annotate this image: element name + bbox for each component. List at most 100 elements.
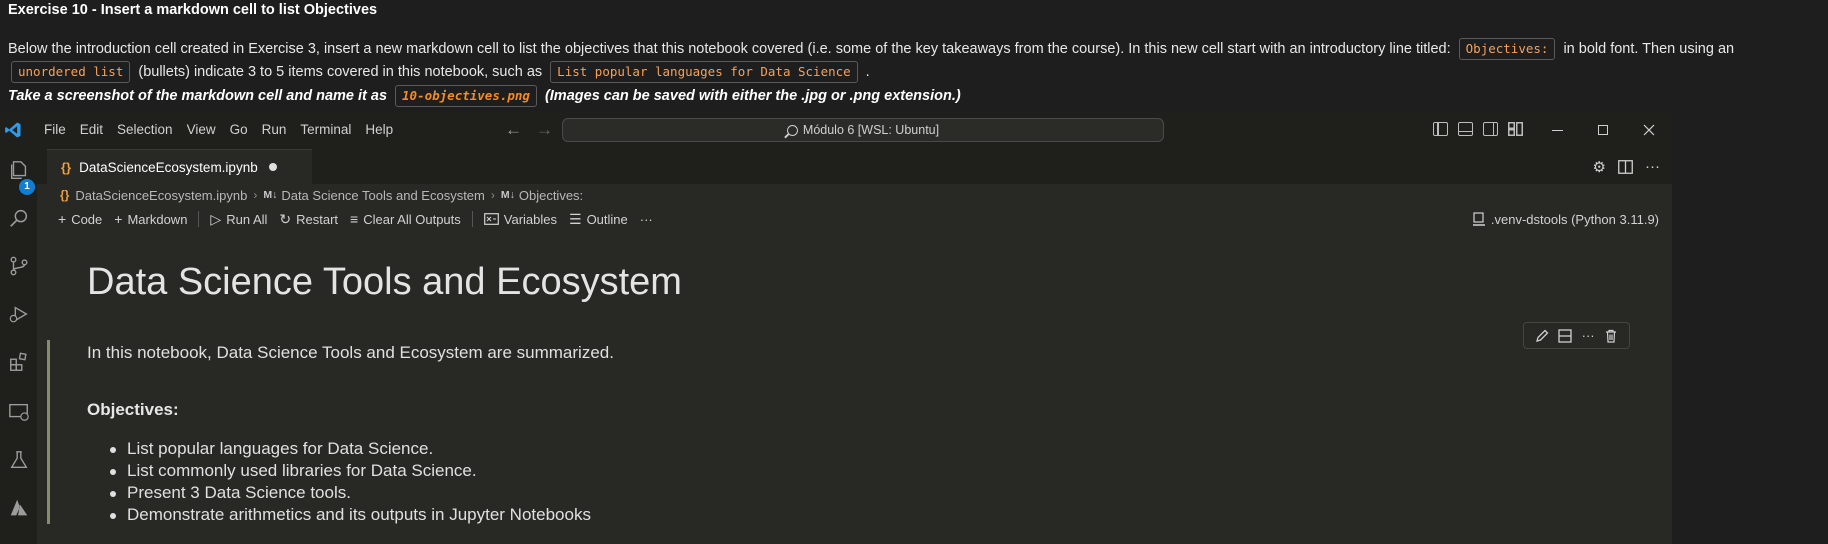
close-button[interactable]	[1626, 111, 1672, 149]
back-arrow-icon[interactable]: ←	[505, 120, 522, 140]
layout-controls	[1433, 122, 1523, 136]
menu-view[interactable]: View	[180, 118, 223, 142]
customize-layout-icon[interactable]	[1508, 122, 1523, 136]
maximize-icon	[1598, 125, 1608, 135]
plus-icon: +	[58, 211, 67, 227]
list-item: List popular languages for Data Science.	[107, 438, 591, 460]
restart-button[interactable]: ↻ Restart	[273, 211, 344, 228]
clear-all-icon: ≡	[350, 211, 359, 227]
notebook-intro: In this notebook, Data Science Tools and…	[87, 343, 614, 362]
split-editor-icon[interactable]	[1618, 159, 1633, 174]
clear-outputs-label: Clear All Outputs	[363, 211, 461, 227]
toggle-primary-sidebar-icon[interactable]	[1433, 122, 1448, 136]
menu-file[interactable]: File	[37, 118, 73, 142]
menu-edit[interactable]: Edit	[73, 118, 110, 142]
notebook-file-icon: {}	[61, 159, 72, 175]
breadcrumb-subsection[interactable]: Objectives:	[519, 188, 583, 203]
forward-arrow-icon[interactable]: →	[536, 120, 553, 140]
add-markdown-cell-button[interactable]: + Markdown	[108, 211, 193, 227]
kernel-picker[interactable]: .venv-dstools (Python 3.11.9)	[1472, 206, 1659, 232]
menu-selection[interactable]: Selection	[110, 118, 180, 142]
unsaved-dot-icon[interactable]	[268, 163, 277, 171]
markdown-icon: M↓	[500, 189, 515, 201]
restart-label: Restart	[296, 211, 339, 227]
search-icon	[786, 124, 798, 136]
title-bar: File Edit Selection View Go Run Terminal…	[0, 111, 1672, 149]
menu-terminal[interactable]: Terminal	[293, 118, 358, 142]
list-item: List commonly used libraries for Data Sc…	[107, 460, 591, 482]
instruction-text: Take a screenshot of the markdown cell a…	[8, 88, 388, 104]
menu-run[interactable]: Run	[255, 118, 294, 142]
nav-arrows: ← →	[505, 120, 553, 140]
close-icon	[1643, 124, 1655, 136]
search-icon[interactable]	[8, 207, 30, 229]
more-icon: ···	[639, 211, 653, 227]
tab-label: DataScienceEcosystem.ipynb	[79, 159, 258, 175]
instruction-text: in bold font. Then using an	[1563, 41, 1735, 57]
instructions-panel: Exercise 10 - Insert a markdown cell to …	[0, 0, 1828, 110]
minimize-icon	[1551, 129, 1563, 131]
more-actions-icon[interactable]: ···	[1645, 158, 1660, 175]
notebook-file-icon: {}	[60, 188, 70, 202]
code-chip-objectives: Objectives:	[1458, 38, 1556, 60]
explorer-badge: 1	[19, 179, 35, 195]
activity-bar: 1	[0, 149, 37, 544]
clear-all-outputs-button[interactable]: ≡ Clear All Outputs	[344, 211, 467, 227]
extensions-icon[interactable]	[8, 351, 30, 373]
code-chip-unordered-list: unordered list	[11, 61, 131, 83]
remote-explorer-icon[interactable]	[8, 401, 30, 423]
command-center-search[interactable]: Módulo 6 [WSL: Ubuntu]	[562, 118, 1164, 142]
toggle-panel-icon[interactable]	[1458, 122, 1473, 136]
explorer-icon[interactable]	[8, 159, 30, 181]
restart-icon: ↻	[279, 210, 292, 227]
breadcrumb: {} DataScienceEcosystem.ipynb › M↓ Data …	[60, 184, 583, 206]
markdown-icon: M↓	[263, 189, 278, 201]
instruction-line-2: unordered list (bullets) indicate 3 to 5…	[8, 61, 870, 83]
instruction-line-3: Take a screenshot of the markdown cell a…	[8, 85, 961, 107]
split-cell-icon[interactable]	[1557, 328, 1573, 344]
more-cell-actions-icon[interactable]: ···	[1580, 328, 1596, 344]
search-text: Módulo 6 [WSL: Ubuntu]	[802, 123, 940, 137]
more-toolbar-button[interactable]: ···	[634, 212, 659, 227]
edit-pencil-icon[interactable]	[1534, 328, 1550, 344]
notebook-heading: Data Science Tools and Ecosystem	[87, 261, 682, 303]
menu-bar: File Edit Selection View Go Run Terminal…	[37, 111, 400, 149]
breadcrumb-file[interactable]: DataScienceEcosystem.ipynb	[75, 188, 247, 203]
gear-icon[interactable]: ⚙	[1593, 158, 1606, 176]
maximize-button[interactable]	[1580, 111, 1626, 149]
menu-help[interactable]: Help	[358, 118, 400, 142]
toggle-secondary-sidebar-icon[interactable]	[1483, 122, 1498, 136]
list-item: Present 3 Data Science tools.	[107, 482, 591, 504]
breadcrumb-section[interactable]: Data Science Tools and Ecosystem	[281, 188, 485, 203]
objectives-title: Objectives:	[87, 400, 179, 419]
instruction-text: .	[865, 64, 870, 80]
cell-toolbar: ···	[1523, 322, 1630, 349]
run-all-button[interactable]: ▷ Run All	[204, 211, 273, 228]
tab-datascienceecosystem[interactable]: {} DataScienceEcosystem.ipynb	[47, 149, 312, 184]
instruction-text: Below the introduction cell created in E…	[8, 41, 1451, 57]
run-debug-icon[interactable]	[8, 303, 30, 325]
minimize-button[interactable]	[1534, 111, 1580, 149]
editor-actions: ⚙ ···	[1593, 149, 1660, 184]
exercise-title: Exercise 10 - Insert a markdown cell to …	[8, 2, 378, 18]
outline-button[interactable]: ☰ Outline	[563, 211, 634, 228]
vscode-logo-icon	[5, 122, 21, 138]
kernel-icon	[1472, 212, 1485, 226]
delete-trash-icon[interactable]	[1603, 328, 1619, 344]
toolbar-divider	[471, 211, 473, 227]
instruction-line-1: Below the introduction cell created in E…	[8, 38, 1734, 60]
menu-go[interactable]: Go	[223, 118, 255, 142]
chevron-right-icon: ›	[253, 188, 258, 202]
variables-button[interactable]: Variables	[478, 212, 563, 227]
variables-icon	[483, 213, 499, 225]
window-controls	[1534, 111, 1672, 149]
list-icon: ☰	[569, 210, 582, 227]
play-icon: ▷	[210, 210, 222, 227]
azure-icon[interactable]	[8, 497, 30, 519]
source-control-icon[interactable]	[8, 255, 30, 277]
add-code-cell-button[interactable]: + Code	[52, 211, 108, 227]
outline-label: Outline	[586, 211, 628, 227]
objectives-list: List popular languages for Data Science.…	[107, 438, 591, 526]
testing-icon[interactable]	[8, 449, 30, 471]
instruction-text: (bullets) indicate 3 to 5 items covered …	[138, 64, 543, 80]
